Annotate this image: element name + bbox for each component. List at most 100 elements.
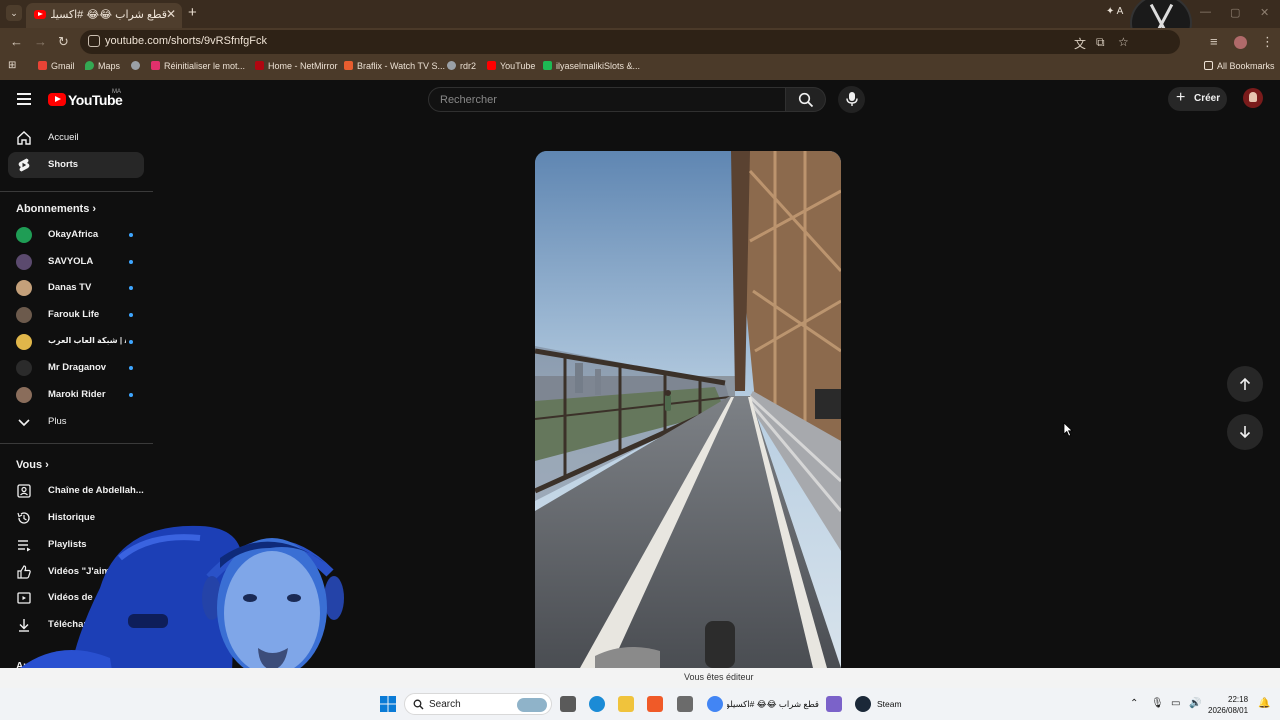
search-highlight-icon — [517, 698, 547, 712]
windows-start-icon[interactable] — [380, 696, 396, 712]
maps-icon — [85, 61, 94, 70]
taskbar-search-placeholder: Search — [429, 699, 461, 710]
volume-icon[interactable]: 🔊 — [1189, 698, 1201, 709]
bookmark-instagram[interactable]: Réinitialiser le mot... — [151, 61, 245, 71]
ai-chip-label: A — [1116, 6, 1124, 17]
bookmark-globe[interactable] — [131, 61, 144, 71]
arrow-down-icon — [1239, 426, 1251, 439]
browser-tab[interactable]: قطع شراب 😂😂 #اكسيلور ✕ — [26, 3, 182, 28]
microphone-tray-icon[interactable]: 🎙 — [1151, 698, 1164, 709]
taskbar-window-label[interactable]: قطع شراب 😂😂 #اكسيلور — [727, 699, 819, 710]
sidebar-item-more[interactable]: Plus — [8, 409, 144, 435]
maximize-icon[interactable]: ▢ — [1230, 6, 1240, 19]
sidebar-item-subscription[interactable]: SAVYOLA — [8, 249, 144, 275]
sidebar-item-home[interactable]: Accueil — [8, 125, 144, 151]
new-content-dot — [129, 260, 133, 264]
subscriptions-heading-label: Abonnements — [16, 203, 90, 215]
editor-status-bar: Vous êtes éditeur — [0, 668, 1280, 688]
all-bookmarks[interactable]: All Bookmarks — [1204, 61, 1275, 71]
bookmark-gmail[interactable]: Gmail — [38, 61, 75, 71]
channel-icon — [17, 484, 31, 498]
url-text[interactable]: youtube.com/shorts/9vRSfnfgFck — [105, 35, 267, 47]
menu-dots-icon[interactable]: ⋮ — [1261, 34, 1274, 50]
youtube-bookmark-icon — [487, 61, 496, 70]
sidebar-item-subscription[interactable]: Mr Draganov — [8, 355, 144, 381]
sidebar-item-subscription[interactable]: Maroki Rider — [8, 382, 144, 408]
sidebar-item-shorts[interactable]: Shorts — [8, 152, 144, 178]
chrome-icon[interactable] — [707, 696, 723, 712]
bookmark-slots[interactable]: ilyaselmalikiSlots &... — [543, 61, 640, 71]
you-heading[interactable]: Vous › — [16, 459, 49, 471]
sidebar-item-subscription[interactable]: Farouk Life — [8, 302, 144, 328]
back-icon[interactable]: ← — [10, 34, 23, 49]
sidebar-item-label: Accueil — [48, 132, 79, 143]
brave-icon[interactable] — [647, 696, 663, 712]
file-explorer-icon[interactable] — [618, 696, 634, 712]
ai-chip[interactable]: ✦ A — [1106, 6, 1123, 17]
teams-icon[interactable] — [826, 696, 842, 712]
account-avatar[interactable] — [1243, 88, 1263, 108]
next-short-button[interactable] — [1227, 414, 1263, 450]
network-icon[interactable]: ▭ — [1171, 698, 1180, 709]
bookmark-braflix[interactable]: Braflix - Watch TV S... — [344, 61, 445, 71]
sidebar-item-subscription[interactable]: Danas TV — [8, 275, 144, 301]
chevron-right-icon: › — [92, 203, 97, 215]
notification-bell-icon[interactable]: 🔔 — [1258, 698, 1270, 709]
tab-search-button[interactable]: ⌄ — [6, 5, 22, 21]
taskbar-search-input[interactable]: Search — [404, 693, 552, 715]
clock-date: 2026/08/01 — [1208, 706, 1249, 715]
hamburger-menu-icon[interactable] — [17, 93, 31, 108]
sidebar-item-channel[interactable]: Chaîne de Abdellah... — [8, 478, 144, 504]
sidebar-item-label: Plus — [48, 416, 67, 427]
profile-icon[interactable] — [1234, 36, 1247, 49]
edge-icon[interactable] — [589, 696, 605, 712]
reload-icon[interactable]: ↻ — [58, 34, 69, 50]
site-info-icon[interactable] — [88, 35, 100, 47]
install-icon[interactable]: ⧉ — [1096, 35, 1105, 50]
video-frame-bridge-bike-ride — [535, 151, 841, 668]
search-input[interactable]: Rechercher — [428, 87, 786, 112]
steam-icon[interactable] — [855, 696, 871, 712]
sidebar-item-subscription[interactable]: شبكة العاب العرب | Ar... — [8, 329, 144, 355]
bookmark-label: Maps — [98, 61, 121, 71]
address-bar[interactable]: youtube.com/shorts/9vRSfnfgFck 文 ⧉ ☆ — [80, 30, 1180, 54]
media-icon[interactable]: ≡ — [1210, 34, 1218, 49]
previous-short-button[interactable] — [1227, 366, 1263, 402]
subscriptions-heading[interactable]: Abonnements › — [16, 203, 96, 215]
shorts-video-player[interactable] — [535, 151, 841, 668]
chevron-right-icon: › — [45, 459, 49, 471]
sidebar-item-label: OkayAfrica — [48, 229, 99, 240]
apps-grid-icon[interactable]: ⊞ — [8, 60, 16, 71]
channel-avatar — [16, 334, 32, 350]
sidebar-item-label: Farouk Life — [48, 309, 100, 320]
tray-overflow-icon[interactable]: ⌃ — [1130, 698, 1138, 709]
bookmark-netmirror[interactable]: Home - NetMirror — [255, 61, 338, 71]
browser-tab-strip: ⌄ قطع شراب 😂😂 #اكسيلور ✕ + ✦ A — ▢ ✕ — [0, 0, 1280, 52]
store-icon[interactable] — [677, 696, 693, 712]
taskbar-clock[interactable]: 22:18 2026/08/01 — [1208, 694, 1248, 716]
mouse-cursor-icon — [1063, 422, 1073, 437]
sidebar-item-label: شبكة العاب العرب | Ar... — [48, 336, 126, 345]
sidebar-item-subscription[interactable]: OkayAfrica — [8, 222, 144, 248]
close-window-icon[interactable]: ✕ — [1260, 6, 1269, 19]
minimize-icon[interactable]: — — [1200, 6, 1211, 18]
bookmark-label: YouTube — [500, 61, 536, 71]
translate-icon[interactable]: 文 — [1074, 35, 1086, 52]
bookmark-rdr2[interactable]: rdr2 — [447, 61, 476, 71]
new-tab-icon[interactable]: + — [188, 4, 197, 21]
gmail-icon — [38, 61, 47, 70]
sidebar-item-label: Mr Draganov — [48, 362, 107, 373]
forward-icon[interactable]: → — [34, 34, 47, 49]
create-button[interactable]: + Créer — [1168, 87, 1227, 111]
chevron-down-icon — [18, 419, 30, 427]
bookmark-star-icon[interactable]: ☆ — [1118, 35, 1129, 49]
new-content-dot — [129, 233, 133, 237]
bookmark-youtube[interactable]: YouTube — [487, 61, 535, 71]
search-button[interactable] — [786, 87, 826, 112]
voice-search-button[interactable] — [838, 86, 865, 113]
task-view-icon[interactable] — [560, 696, 576, 712]
bookmark-maps[interactable]: Maps — [85, 61, 120, 71]
taskbar-steam-label[interactable]: Steam — [877, 699, 902, 709]
tab-close-icon[interactable]: ✕ — [166, 7, 176, 21]
bookmark-label: rdr2 — [460, 61, 477, 71]
